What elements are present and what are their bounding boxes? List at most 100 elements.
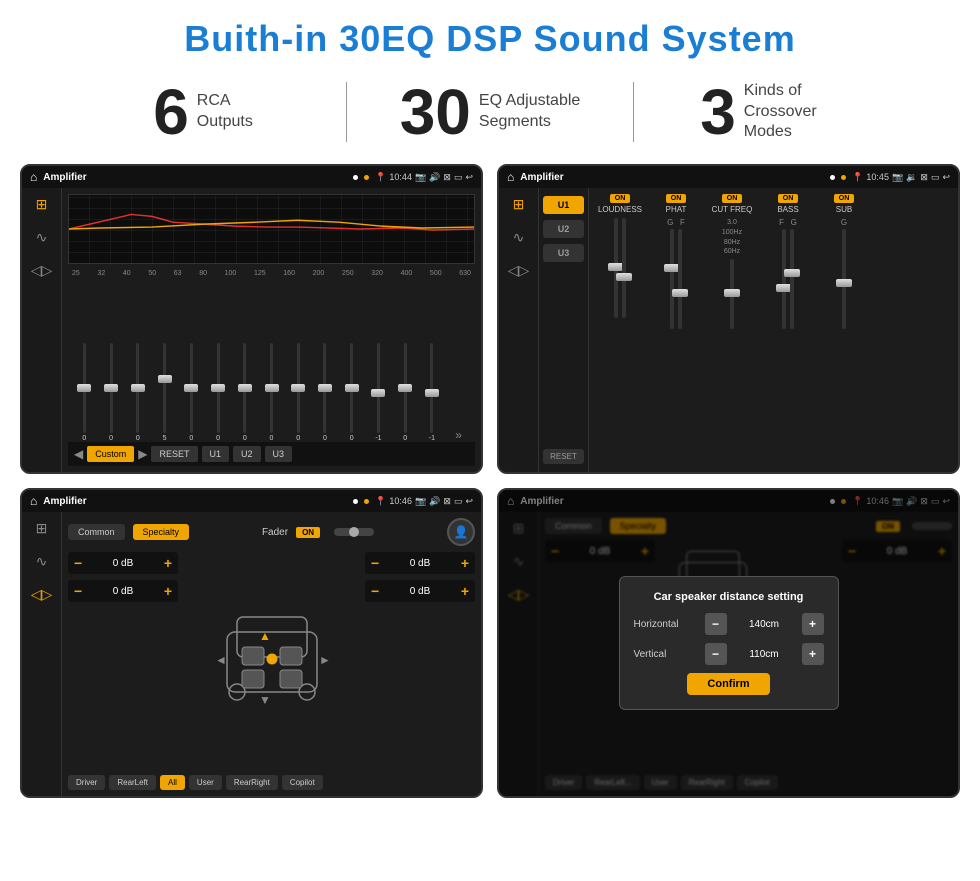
fader-common-tab[interactable]: Common (68, 524, 125, 540)
dialog-horizontal-row: Horizontal − 140cm + (634, 613, 824, 635)
eq-graph-grid (69, 195, 474, 263)
eq-expand-btn[interactable]: » (446, 428, 471, 442)
dialog-vertical-minus[interactable]: − (705, 643, 727, 665)
fader-time: 10:46 (389, 496, 412, 506)
crossover-panel-icon-1[interactable]: ⊞ (513, 196, 525, 213)
eq-screen-body: ⊞ ∿ ◁▷ 253240506380100125160200250320400… (22, 188, 481, 472)
channel-u1-btn[interactable]: U1 (543, 196, 584, 214)
db-minus-1[interactable]: − (74, 555, 82, 571)
crossover-camera-icon: 📷 (892, 172, 903, 183)
stat-crossover: 3 Kinds ofCrossover Modes (634, 80, 920, 144)
eq-main-area: 253240506380100125160200250320400500630 … (62, 188, 481, 472)
fader-top-bar: Common Specialty Fader ON 👤 (68, 518, 475, 546)
db-minus-3[interactable]: − (371, 555, 379, 571)
dialog-horizontal-control: − 140cm + (705, 613, 824, 635)
eq-slider-10: 0 (339, 343, 364, 442)
fader-screen-body: ⊞ ∿ ◁▷ Common Specialty Fader ON 👤 (22, 512, 481, 796)
fader-panel-icon-1[interactable]: ⊞ (36, 520, 48, 537)
db-value-2: 0 dB (86, 586, 160, 597)
user-btn[interactable]: User (189, 775, 222, 790)
crossover-status-bar: ⌂ Amplifier 📍 10:45 📷 🔉 ⊠ ▭ ↩ (499, 166, 958, 188)
eq-preset-custom[interactable]: Custom (87, 446, 134, 462)
stat-eq: 30 EQ AdjustableSegments (347, 80, 633, 144)
car-diagram-svg: ▲ ▼ ◄ ► (207, 602, 337, 722)
crossover-reset-btn[interactable]: RESET (543, 449, 584, 464)
eq-panel-icon-1[interactable]: ⊞ (36, 196, 48, 213)
dialog-vertical-plus[interactable]: + (802, 643, 824, 665)
channel-u2-btn[interactable]: U2 (543, 220, 584, 238)
copilot-btn[interactable]: Copilot (282, 775, 323, 790)
eq-panel-icon-3[interactable]: ◁▷ (31, 262, 53, 279)
crossover-panel-icon-3[interactable]: ◁▷ (508, 262, 530, 279)
eq-slider-11: -1 (366, 343, 391, 442)
fader-slider-h[interactable] (334, 528, 374, 536)
crossover-back-icon: ↩ (942, 172, 950, 183)
all-btn[interactable]: All (160, 775, 185, 790)
db-control-4: − 0 dB + (365, 580, 475, 602)
volume-icon: 🔊 (429, 172, 440, 183)
dialog-confirm-btn[interactable]: Confirm (687, 673, 769, 695)
eq-slider-5: 0 (206, 343, 231, 442)
person-icon: 👤 (454, 525, 469, 539)
loudness-slider-2[interactable] (622, 218, 626, 318)
crossover-controls-area: ON LOUDNESS (589, 188, 958, 472)
eq-reset-btn[interactable]: RESET (151, 446, 197, 462)
settings-icon-btn[interactable]: 👤 (447, 518, 475, 546)
bass-slider-g[interactable] (790, 229, 794, 329)
channel-list: U1 U2 U3 RESET (539, 188, 589, 472)
eq-prev-btn[interactable]: ◀ (74, 447, 83, 461)
db-minus-4[interactable]: − (371, 583, 379, 599)
dot-white-2 (830, 175, 835, 180)
dialog-vertical-value: 110cm (731, 649, 798, 660)
bass-label: BASS (777, 205, 798, 214)
stat-rca: 6 RCAOutputs (60, 80, 346, 144)
db-plus-3[interactable]: + (461, 555, 469, 571)
fader-left-panel: ⊞ ∿ ◁▷ (22, 512, 62, 796)
eq-slider-0: 0 (72, 343, 97, 442)
channel-u3-btn[interactable]: U3 (543, 244, 584, 262)
fader-bottom-bar: Driver RearLeft All User RearRight Copil… (68, 775, 475, 790)
fader-panel-icon-2[interactable]: ∿ (36, 553, 48, 570)
fader-panel-icon-3[interactable]: ◁▷ (31, 586, 53, 603)
eq-u3-btn[interactable]: U3 (265, 446, 293, 462)
db-plus-1[interactable]: + (164, 555, 172, 571)
crossover-screen-container: ⌂ Amplifier 📍 10:45 📷 🔉 ⊠ ▭ ↩ ⊞ ∿ ◁▷ (497, 164, 960, 474)
cutfreq-label: CUT FREQ (712, 205, 753, 214)
fader-specialty-tab[interactable]: Specialty (133, 524, 190, 540)
dot-orange-2 (841, 175, 846, 180)
db-plus-4[interactable]: + (461, 583, 469, 599)
stat-number-crossover: 3 (700, 80, 736, 144)
sub-slider[interactable] (842, 229, 846, 329)
fader-screen-container: ⌂ Amplifier 📍 10:46 📷 🔊 ⊠ ▭ ↩ ⊞ ∿ ◁▷ (20, 488, 483, 798)
crossover-controls-row: ON LOUDNESS (595, 194, 952, 329)
eq-bottom-bar: ◀ Custom ▶ RESET U1 U2 U3 (68, 442, 475, 466)
loudness-slider-1[interactable] (614, 218, 618, 318)
svg-text:◄: ◄ (215, 653, 227, 667)
location-icon: 📍 (375, 172, 386, 183)
crossover-panel-icon-2[interactable]: ∿ (513, 229, 525, 246)
screens-grid: ⌂ Amplifier 📍 10:44 📷 🔊 ⊠ ▭ ↩ ⊞ ∿ ◁▷ (0, 158, 980, 808)
bass-slider-f[interactable] (782, 229, 786, 329)
fader-battery-icon: ▭ (454, 496, 463, 507)
crossover-status-icons: 📍 10:45 📷 🔉 ⊠ ▭ ↩ (852, 172, 950, 183)
eq-u1-btn[interactable]: U1 (202, 446, 230, 462)
driver-btn[interactable]: Driver (68, 775, 105, 790)
dialog-horizontal-plus[interactable]: + (802, 613, 824, 635)
fader-main-area: Common Specialty Fader ON 👤 − (62, 512, 481, 796)
dialog-vertical-control: − 110cm + (705, 643, 824, 665)
db-minus-2[interactable]: − (74, 583, 82, 599)
eq-next-btn[interactable]: ▶ (138, 447, 147, 461)
stats-row: 6 RCAOutputs 30 EQ AdjustableSegments 3 … (0, 70, 980, 158)
db-plus-2[interactable]: + (164, 583, 172, 599)
cutfreq-slider[interactable] (730, 259, 734, 329)
crossover-battery-icon: ▭ (931, 172, 940, 183)
eq-u2-btn[interactable]: U2 (233, 446, 261, 462)
phat-label: PHAT (666, 205, 687, 214)
dialog-horizontal-minus[interactable]: − (705, 613, 727, 635)
rearright-btn[interactable]: RearRight (226, 775, 278, 790)
eq-panel-icon-2[interactable]: ∿ (36, 229, 48, 246)
phat-slider-g[interactable] (670, 229, 674, 329)
phat-slider-f[interactable] (678, 229, 682, 329)
rearleft-btn[interactable]: RearLeft (109, 775, 156, 790)
eq-slider-1: 0 (99, 343, 124, 442)
